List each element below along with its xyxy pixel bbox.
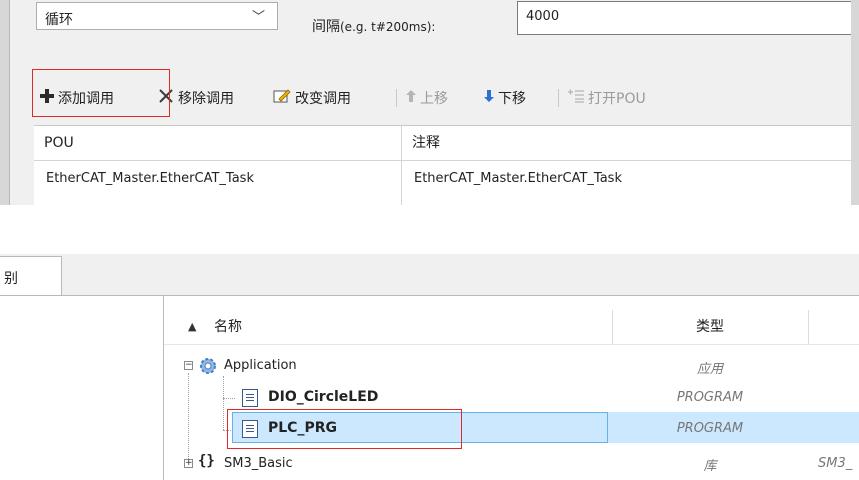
table-cell-comment[interactable]: EtherCAT_Master.EtherCAT_Task: [402, 162, 851, 196]
panel-edge: [0, 0, 10, 205]
remove-call-label: 移除调用: [178, 91, 234, 107]
edit-icon: [273, 88, 291, 108]
interval-hint: (e.g. t#200ms):: [340, 20, 436, 34]
tree-item-application[interactable]: − Application 应用: [164, 350, 859, 382]
table-divider: [401, 160, 402, 205]
chevron-down-icon: ﹀: [251, 10, 265, 25]
sort-ascending-icon[interactable]: ▲: [188, 310, 196, 344]
interval-input[interactable]: 4000: [517, 1, 851, 35]
library-icon: {}: [198, 453, 215, 469]
column-header-type[interactable]: 类型: [612, 310, 808, 344]
pou-call-table: POU 注释 EtherCAT_Master.EtherCAT_Task Eth…: [34, 125, 851, 206]
collapse-icon[interactable]: −: [184, 361, 193, 370]
interval-label: 间隔(e.g. t#200ms):: [312, 16, 435, 36]
tree-item-type: PROGRAM: [676, 421, 744, 436]
change-call-button[interactable]: 改变调用: [273, 80, 351, 116]
tree-item-extra: SM3_: [818, 456, 853, 471]
arrow-up-icon: [406, 90, 416, 106]
tree-item-type: 应用: [696, 362, 723, 377]
tab-category-label: 别: [4, 271, 18, 287]
column-divider: [612, 310, 613, 344]
panel-edge: [851, 0, 859, 205]
tree-item-label: SM3_Basic: [224, 456, 293, 471]
tree-item-label: DIO_CircleLED: [268, 389, 379, 405]
program-icon: [242, 389, 258, 407]
task-type-value: 循环: [45, 12, 73, 28]
task-type-dropdown[interactable]: 循环 ﹀: [36, 2, 278, 30]
column-header-pou[interactable]: POU: [34, 126, 402, 160]
plc-prg-highlight: [227, 409, 462, 449]
tree-item-type: PROGRAM: [676, 390, 744, 405]
move-down-label: 下移: [498, 91, 526, 107]
open-pou-button[interactable]: 打开POU: [568, 80, 646, 116]
tab-category[interactable]: 别: [0, 256, 62, 296]
table-cell-pou[interactable]: EtherCAT_Master.EtherCAT_Task: [34, 162, 402, 196]
tree-item-label: Application: [224, 358, 297, 373]
gear-icon: [198, 356, 218, 380]
open-pou-icon: [568, 89, 584, 107]
expand-icon[interactable]: +: [184, 459, 193, 468]
category-pane: [0, 296, 164, 480]
toolbar-separator: [558, 89, 559, 107]
move-up-label: 上移: [420, 91, 448, 107]
move-up-button[interactable]: 上移: [406, 80, 448, 116]
move-down-button[interactable]: 下移: [484, 80, 526, 116]
column-header-name[interactable]: 名称: [214, 310, 242, 344]
column-header-comment[interactable]: 注释: [402, 126, 851, 160]
tree-item-type: 库: [703, 459, 717, 474]
header-divider: [164, 344, 859, 345]
tree-item-sm3-basic[interactable]: + {} SM3_Basic 库 SM3_: [164, 447, 859, 479]
open-pou-label: 打开POU: [588, 91, 646, 107]
column-divider: [808, 310, 809, 344]
toolbar-separator: [396, 89, 397, 107]
table-divider: [34, 160, 851, 161]
add-call-highlight: [32, 69, 170, 117]
interval-label-text: 间隔: [312, 19, 340, 35]
arrow-down-icon: [484, 90, 494, 106]
interval-value: 4000: [526, 9, 560, 24]
change-call-label: 改变调用: [295, 91, 351, 107]
